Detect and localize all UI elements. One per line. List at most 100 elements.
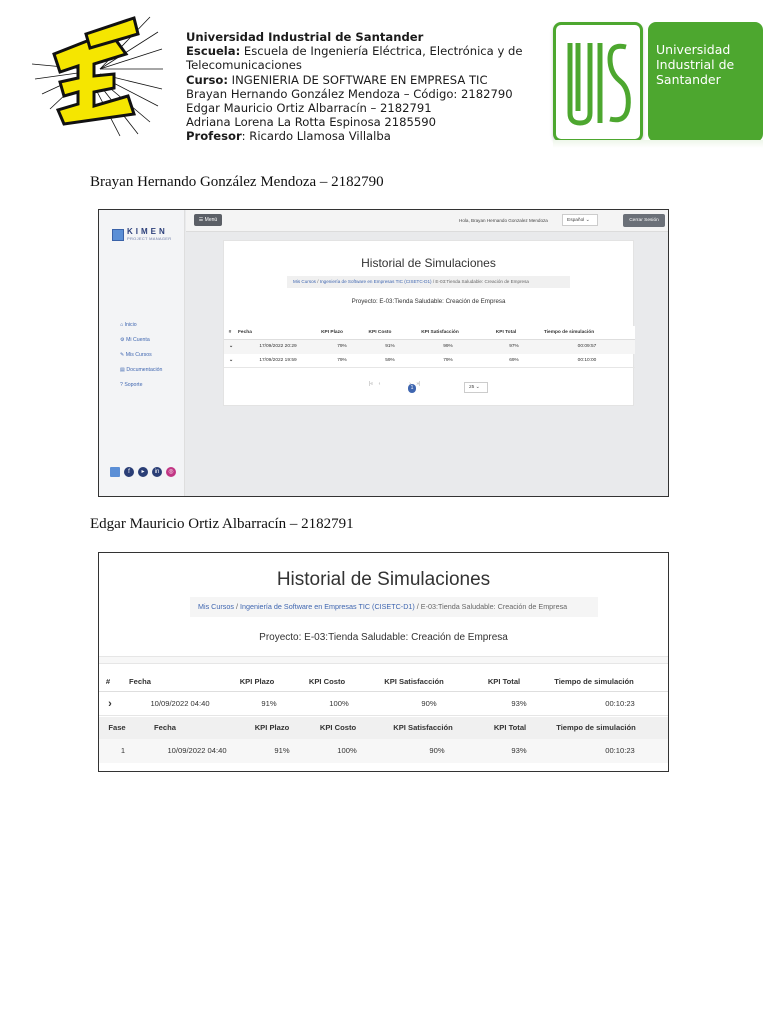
col-header: Tiempo de simulación (556, 723, 636, 732)
first-page-button[interactable]: |« (369, 381, 373, 387)
subtable-header: Fase Fecha KPI Plazo KPI Costo KPI Satis… (99, 717, 668, 739)
curso-label: Curso: (186, 72, 228, 87)
col-header: KPI Satisfacción (384, 677, 444, 686)
youtube-icon[interactable]: ▸ (138, 467, 148, 477)
header-info: Universidad Industrial de Santander Escu… (186, 30, 531, 144)
breadcrumb-sep: / (432, 279, 435, 284)
cell-kpi-costo: 91% (385, 344, 395, 349)
sidebar: KIMEN PROJECT MANAGER ⌂ Inicio ⚙ Mi Cuen… (99, 210, 185, 496)
student-2: Edgar Mauricio Ortiz Albarracín – 218279… (186, 101, 432, 116)
breadcrumb-sep: / (416, 602, 419, 611)
nav-mis-cursos[interactable]: ✎ Mis Cursos (120, 352, 152, 358)
col-header: Fecha (238, 330, 252, 335)
col-header: KPI Total (487, 677, 521, 686)
col-header: KPI Total (493, 723, 527, 732)
breadcrumb-sep: / (317, 279, 319, 284)
nav-soporte[interactable]: ? Soporte (120, 382, 143, 388)
cell-kpi-satisfaccion: 90% (421, 699, 437, 708)
kimen-small-icon[interactable] (110, 467, 120, 477)
profesor-label: Profesor (186, 129, 242, 144)
cell-kpi-costo: 59% (385, 358, 395, 363)
project-name: Proyecto: E-03:Tienda Saludable: Creació… (259, 632, 508, 643)
cell-tiempo: 00:10:23 (605, 699, 635, 708)
greeting: Hola, Brayan Hernando Gonzalez Mendoza (459, 218, 548, 223)
escuela-label: Escuela: (186, 44, 241, 59)
expand-row-button[interactable]: ⌄ (226, 340, 236, 354)
cell-kpi-satisfaccion: 90% (429, 746, 445, 755)
table-row: ⌄ 17/09/2022 20:29 79% 91% 99% 97% 00:09… (224, 340, 635, 354)
expand-row-button[interactable]: ⌄ (226, 354, 236, 368)
kimen-brand: KIMEN PROJECT MANAGER (127, 227, 171, 241)
main-panel: Historial de Simulaciones Mis Cursos / I… (223, 240, 635, 406)
nav-label: Mis Cursos (125, 352, 152, 358)
cell-fecha: 17/09/2022 20:29 (259, 344, 297, 349)
uis-name-line: Industrial de (656, 57, 735, 72)
uis-logo-reflection (553, 140, 763, 148)
nav-mi-cuenta[interactable]: ⚙ Mi Cuenta (120, 337, 150, 343)
divider (99, 656, 668, 664)
cell-kpi-total: 93% (511, 699, 527, 708)
breadcrumb-mis-cursos[interactable]: Mis Cursos (293, 279, 316, 284)
last-page-button[interactable]: »| (416, 381, 420, 387)
expand-row-button[interactable]: › (103, 692, 117, 716)
university-name: Universidad Industrial de Santander (186, 30, 424, 44)
col-header: KPI Satisfacción (393, 723, 453, 732)
breadcrumb-mis-cursos[interactable]: Mis Cursos (198, 602, 234, 611)
screenshot-brayan: KIMEN PROJECT MANAGER ⌂ Inicio ⚙ Mi Cuen… (98, 209, 669, 497)
col-header: # (105, 677, 111, 686)
cell-fase: 1 (120, 746, 126, 755)
language-select[interactable]: Español ⌄ (562, 214, 598, 226)
breadcrumb-course[interactable]: Ingeniería de Software en Empresas TIC (… (240, 602, 415, 611)
e3t-logo (31, 16, 163, 137)
cell-kpi-total: 93% (511, 746, 527, 755)
brand-subtitle: PROJECT MANAGER (127, 236, 172, 241)
col-header: KPI Total (495, 330, 517, 335)
cell-kpi-plazo: 79% (337, 344, 347, 349)
uis-emblem (553, 22, 643, 142)
cell-kpi-plazo: 79% (337, 358, 347, 363)
logout-button[interactable]: Cerrar Sesión (623, 214, 665, 227)
page-title: Historial de Simulaciones (276, 569, 491, 590)
breadcrumb-course[interactable]: Ingeniería de Software en Empresas TIC (… (320, 279, 432, 284)
cell-fecha: 17/09/2022 19:59 (259, 358, 297, 363)
table-header: # Fecha KPI Plazo KPI Costo KPI Satisfac… (99, 672, 668, 692)
cell-kpi-plazo: 91% (274, 746, 290, 755)
uis-monogram-icon (567, 43, 631, 126)
table-row: › 10/09/2022 04:40 91% 100% 90% 93% 00:1… (99, 692, 668, 716)
breadcrumb-project: E-03:Tienda Saludable: Creación de Empre… (435, 279, 529, 284)
kimen-logo-icon (112, 229, 124, 241)
cell-kpi-total: 69% (509, 358, 519, 363)
cell-kpi-costo: 100% (329, 699, 349, 708)
cell-kpi-satisfaccion: 79% (443, 358, 453, 363)
nav-label: Soporte (124, 382, 143, 388)
language-value: Español (567, 218, 585, 223)
cell-tiempo: 00:09:57 (577, 344, 597, 349)
nav-documentacion[interactable]: ▤ Documentación (120, 367, 162, 373)
uis-name-box: Universidad Industrial de Santander (648, 22, 763, 142)
col-header: KPI Plazo (254, 723, 290, 732)
student-1: Brayan Hernando González Mendoza – Códig… (186, 86, 513, 101)
top-bar: ☰ Menú Hola, Brayan Hernando Gonzalez Me… (186, 210, 668, 232)
linkedin-icon[interactable]: in (152, 467, 162, 477)
nav-label: Documentación (126, 367, 163, 373)
instagram-icon[interactable]: ◎ (166, 467, 176, 477)
col-header: Fecha (129, 677, 151, 686)
col-header: # (228, 330, 232, 335)
facebook-icon[interactable]: f (124, 467, 134, 477)
menu-button[interactable]: ☰ Menú (194, 214, 222, 226)
nav-inicio[interactable]: ⌂ Inicio (120, 322, 137, 328)
page-size-select[interactable]: 25 ⌄ (464, 382, 488, 393)
col-header: KPI Satisfacción (421, 330, 459, 335)
nav-label: Mi Cuenta (126, 337, 150, 343)
col-header: Tiempo de simulación (543, 330, 595, 335)
page-1-button[interactable]: 1 (408, 384, 416, 393)
breadcrumb: Mis Cursos / Ingeniería de Software en E… (190, 597, 598, 617)
prev-page-button[interactable]: ‹ (379, 381, 381, 387)
col-header: Tiempo de simulación (554, 677, 634, 686)
subtable-row: 1 10/09/2022 04:40 91% 100% 90% 93% 00:1… (99, 739, 668, 763)
project-name: Proyecto: E-03:Tienda Saludable: Creació… (351, 298, 506, 305)
col-header: Fase (108, 723, 126, 732)
breadcrumb-project: E-03:Tienda Saludable: Creación de Empre… (420, 602, 568, 611)
cell-kpi-total: 97% (509, 344, 519, 349)
uis-name-line: Santander (656, 72, 721, 87)
